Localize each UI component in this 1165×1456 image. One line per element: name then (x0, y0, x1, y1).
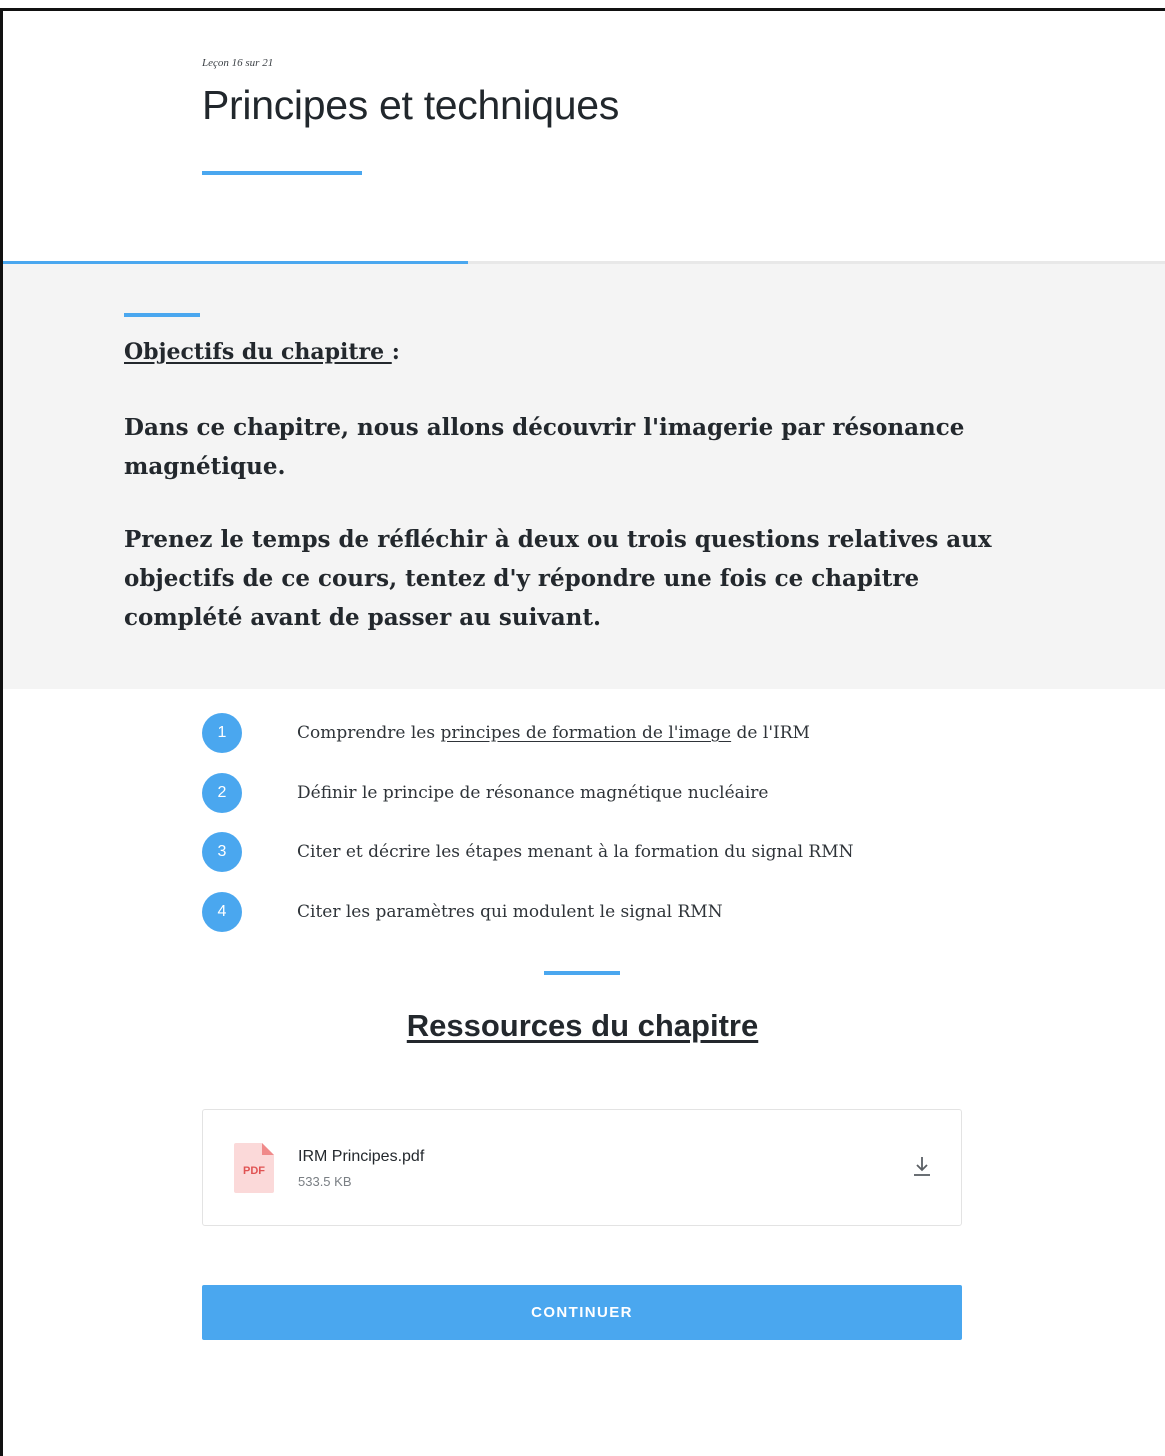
objectives-heading-colon: : (391, 339, 400, 365)
pdf-icon-label: PDF (243, 1165, 265, 1177)
lesson-header (3, 11, 1165, 261)
step-text: Définir le principe de résonance magnéti… (297, 783, 769, 803)
objectives-accent-line (124, 313, 200, 317)
step-text: Citer et décrire les étapes menant à la … (297, 842, 854, 862)
step-text-after: de l'IRM (731, 723, 810, 743)
resources-heading: Ressources du chapitre (0, 1008, 1165, 1044)
step-number-badge: 1 (202, 713, 242, 753)
objectives-heading-text: Objectifs du chapitre (124, 339, 392, 365)
resources-heading-text: Ressources du chapitre (406, 1008, 759, 1043)
lesson-counter: Leçon 16 sur 21 (202, 57, 274, 69)
step-text: Comprendre les principes de formation de… (297, 723, 810, 743)
step-number-badge: 2 (202, 773, 242, 813)
title-accent-line (202, 171, 362, 175)
step-number-badge: 4 (202, 892, 242, 932)
file-size: 533.5 KB (298, 1174, 352, 1189)
lesson-title: Principes et techniques (202, 82, 620, 128)
file-name: IRM Principes.pdf (298, 1148, 425, 1165)
objectives-heading: Objectifs du chapitre : (124, 339, 400, 365)
file-attachment-card[interactable]: PDF IRM Principes.pdf 533.5 KB (202, 1109, 962, 1226)
pdf-file-icon: PDF (234, 1143, 274, 1193)
step-link[interactable]: principes de formation de l'image (440, 723, 731, 743)
list-item: 4 Citer les paramètres qui modulent le s… (202, 892, 962, 932)
list-item: 3 Citer et décrire les étapes menant à l… (202, 832, 962, 872)
resources-accent-line (544, 971, 620, 975)
download-icon[interactable] (913, 1155, 931, 1177)
list-item: 2 Définir le principe de résonance magné… (202, 773, 962, 813)
step-text: Citer les paramètres qui modulent le sig… (297, 902, 723, 922)
objectives-paragraph-2: Prenez le temps de réfléchir à deux ou t… (124, 526, 992, 631)
step-text-before: Comprendre les (297, 723, 441, 743)
continue-button[interactable]: CONTINUER (202, 1285, 962, 1340)
objectives-paragraph-1: Dans ce chapitre, nous allons découvrir … (124, 414, 965, 480)
step-number-badge: 3 (202, 832, 242, 872)
list-item: 1 Comprendre les principes de formation … (202, 713, 962, 753)
